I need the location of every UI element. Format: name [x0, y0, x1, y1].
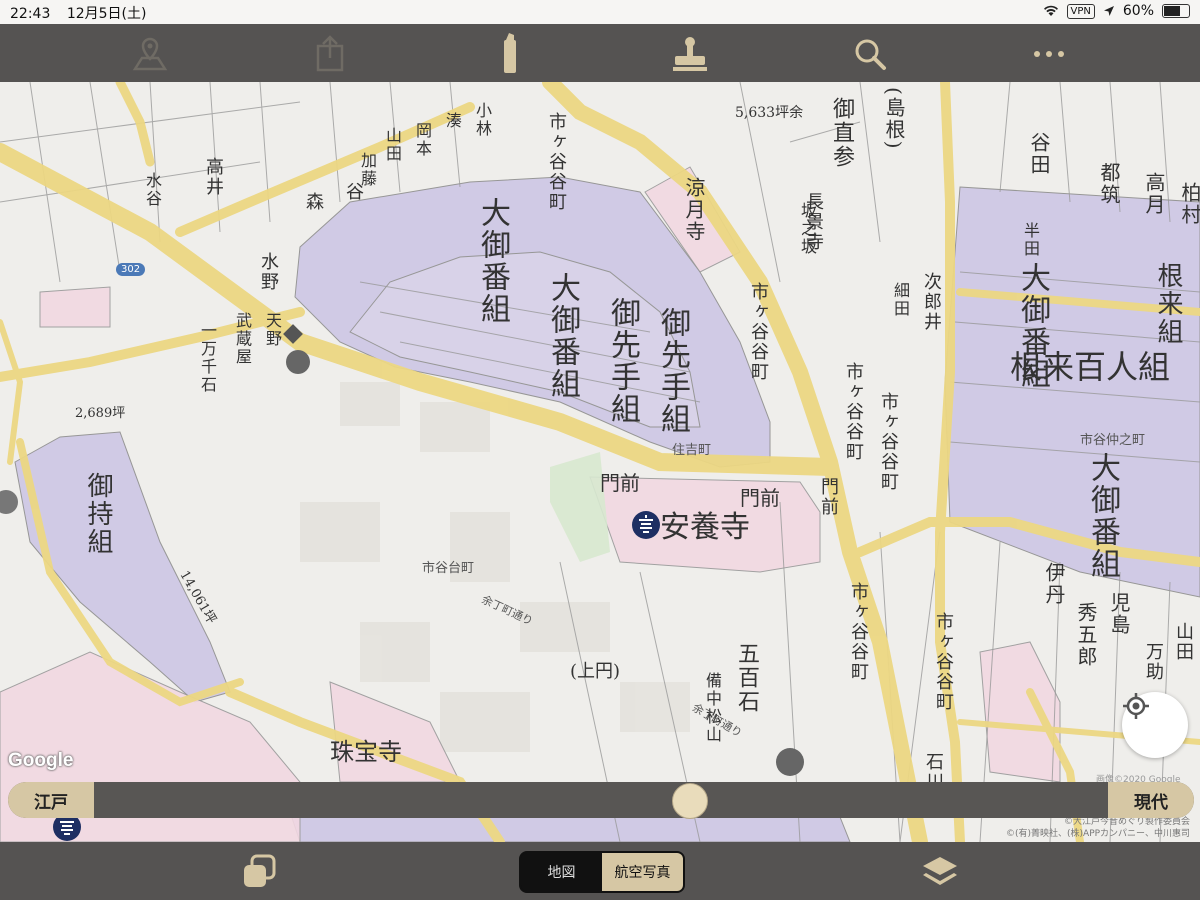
historic-map-overlay [0, 82, 1200, 842]
status-bar: 22:43 12月5日(土) VPN 60% [0, 0, 1200, 24]
edo-button[interactable]: 江戸 [8, 782, 94, 818]
locate-button[interactable] [1122, 692, 1188, 758]
slider-thumb[interactable] [672, 783, 709, 819]
more-icon[interactable] [1027, 32, 1071, 76]
historic-label: 高月 [1142, 172, 1166, 216]
historic-label: 天野 [263, 312, 282, 348]
historic-label: 武蔵屋 [233, 312, 252, 366]
battery-percent: 60% [1122, 3, 1154, 19]
temple-icon[interactable] [631, 510, 661, 540]
map-view[interactable]: 大御番組 大御番組 御先手組 御先手組 御持組 大御番組 大御番組 根来百人組 … [0, 82, 1200, 842]
historic-label: 水谷 [143, 172, 162, 208]
historic-label: 安養寺 [660, 510, 750, 545]
overlay-icon[interactable] [240, 852, 280, 892]
marker-icon[interactable] [488, 32, 532, 76]
historic-label: 森 [303, 192, 324, 212]
historic-label: 門前 [818, 477, 839, 517]
historic-label: 半田 [1021, 222, 1040, 258]
historic-label: 門前 [600, 471, 640, 495]
historic-label: 小林 [473, 102, 492, 138]
historic-label: 伊丹 [1042, 562, 1066, 606]
credit-line: ©(有)菁映社、(株)APPカンパニー、中川惠司 [1006, 829, 1190, 839]
bottom-toolbar: 地図 航空写真 [0, 842, 1200, 900]
historic-label: 万助 [1143, 642, 1164, 682]
historic-label: 御先手組 [605, 297, 640, 425]
historic-label: 市ヶ谷谷町 [878, 392, 899, 492]
map-credits: ©大江戸今昔めぐり製作委員会 ©(有)菁映社、(株)APPカンパニー、中川惠司 [1006, 816, 1190, 840]
aerial-segment[interactable]: 航空写真 [602, 853, 683, 891]
historic-label: 大御番組 [475, 197, 510, 325]
historic-label: 谷田 [1027, 132, 1051, 176]
historic-label: 柏村 [1178, 182, 1200, 226]
historic-label: 市ヶ谷谷町 [748, 282, 769, 382]
top-toolbar [0, 24, 1200, 82]
map-segment[interactable]: 地図 [521, 853, 602, 891]
historic-label: 坂之坂 [798, 202, 817, 256]
historic-label: 5,633坪余 [735, 105, 804, 121]
slider-track[interactable] [8, 782, 1194, 818]
historic-label: 御先手組 [655, 307, 690, 435]
historic-label: 児島 [1107, 592, 1131, 636]
historic-label: 次郎井 [921, 272, 942, 332]
location-arrow-icon [1103, 6, 1114, 16]
vpn-badge: VPN [1066, 3, 1095, 19]
modern-label: 市谷仲之町 [1080, 433, 1146, 448]
historic-label: 五百石 [734, 642, 759, 714]
historic-label: 市ヶ谷谷町 [843, 362, 864, 462]
crosshair-icon [1123, 693, 1149, 719]
wifi-icon [1043, 5, 1058, 16]
era-slider[interactable]: 江戸 現代 [8, 782, 1194, 819]
search-icon[interactable] [848, 32, 892, 76]
route-badge: 302 [116, 263, 146, 276]
historic-label: 山田 [383, 127, 402, 163]
historic-label: 大御番組 [545, 272, 580, 400]
share-icon[interactable] [308, 32, 352, 76]
historic-label: 市ヶ谷谷町 [546, 112, 567, 212]
historic-label: 根来百人組 [1010, 348, 1171, 386]
status-time: 22:43 [10, 6, 51, 22]
historic-label: 湊 [443, 112, 462, 130]
historic-label: 大御番組 [1085, 452, 1120, 580]
historic-label: 都筑 [1097, 162, 1121, 206]
historic-label: 2,689坪 [75, 406, 126, 421]
historic-label: 門前 [740, 486, 780, 510]
historic-label: 珠宝寺 [330, 738, 402, 766]
google-logo: Google [8, 750, 74, 771]
historic-label: 秀五郎 [1074, 602, 1098, 668]
historic-label: (島根) [882, 87, 906, 151]
map-pin-icon[interactable] [128, 32, 172, 76]
modern-label: 住吉町 [672, 443, 712, 458]
map-type-segment[interactable]: 地図 航空写真 [519, 851, 685, 893]
historic-label: (上円) [570, 661, 621, 682]
historic-label: 岡本 [413, 122, 432, 158]
stamp-icon[interactable] [668, 32, 712, 76]
historic-label: 市ヶ谷谷町 [848, 582, 869, 682]
historic-label: 山田 [1173, 622, 1194, 662]
historic-label: 御持組 [83, 472, 113, 556]
historic-label: 細田 [891, 282, 910, 318]
layers-icon[interactable] [920, 854, 960, 890]
historic-label: 御直参 [829, 97, 854, 169]
historic-label: 一万千石 [198, 322, 217, 394]
historic-label: 高井 [203, 157, 224, 197]
historic-label: 水野 [258, 252, 279, 292]
battery-icon [1162, 4, 1190, 18]
historic-label: 涼月寺 [682, 177, 706, 243]
modern-label: 市谷台町 [422, 561, 475, 576]
historic-label: 市ヶ谷谷町 [933, 612, 954, 712]
historic-label: 根来組 [1153, 262, 1183, 346]
historic-label: 加藤 [358, 152, 377, 188]
status-date: 12月5日(土) [66, 6, 147, 22]
modern-button[interactable]: 現代 [1108, 782, 1194, 818]
